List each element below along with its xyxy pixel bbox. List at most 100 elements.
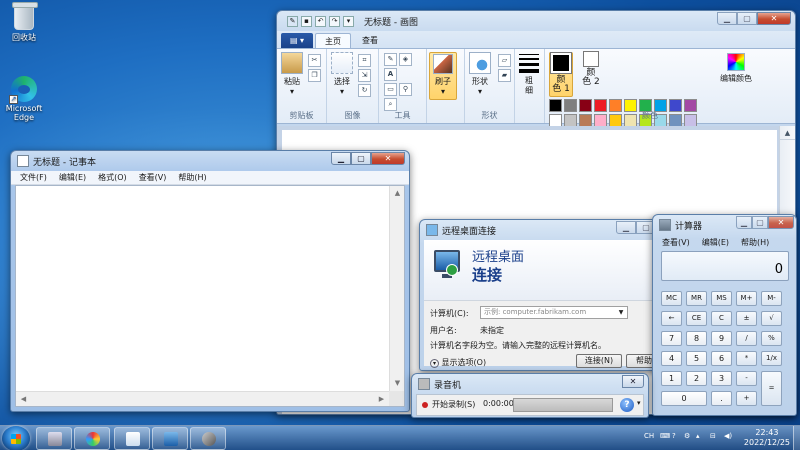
color2-button[interactable]: 颜 色 2	[580, 51, 602, 97]
calc-key[interactable]: C	[711, 311, 732, 326]
calc-key[interactable]: 1/x	[761, 351, 782, 366]
calc-key[interactable]: 3	[711, 371, 732, 386]
close-button[interactable]: ✕	[371, 152, 405, 165]
scroll-down-icon[interactable]: ▼	[390, 376, 405, 391]
close-button[interactable]: ✕	[757, 12, 791, 25]
shapes-button[interactable]: 形状 ▾	[469, 52, 491, 96]
calc-key[interactable]: .	[711, 391, 732, 406]
calc-key[interactable]: -	[736, 371, 757, 386]
paint-titlebar[interactable]: ✎ ▪ ↶ ↷ ▾ 无标题 - 画图 ▁ ▢ ✕	[277, 11, 795, 31]
notepad-titlebar[interactable]: 无标题 - 记事本 ▁ ▢ ✕	[11, 151, 409, 171]
outline-icon[interactable]: ▱	[498, 54, 511, 67]
close-button[interactable]: ✕	[768, 216, 794, 229]
pencil-icon[interactable]: ✎	[384, 53, 397, 66]
network-icon[interactable]: ⊟	[710, 432, 716, 440]
color-picker-icon[interactable]: ⚲	[399, 83, 412, 96]
taskbar-remote-desktop[interactable]	[152, 427, 188, 450]
calc-key[interactable]: MC	[661, 291, 682, 306]
calc-key[interactable]: ←	[661, 311, 682, 326]
save-icon[interactable]: ▪	[301, 15, 312, 27]
help-icon[interactable]: ?	[620, 398, 634, 412]
calc-key[interactable]: 1	[661, 371, 682, 386]
size-button[interactable]: 粗 细	[519, 52, 539, 96]
menu-edit[interactable]: 编辑(E)	[696, 237, 735, 248]
calc-key[interactable]: MR	[686, 291, 707, 306]
sound-recorder-window[interactable]: 录音机 ✕ 开始录制(S) 0:00:00 ? ▾	[411, 373, 649, 418]
maximize-button[interactable]: ▢	[752, 216, 768, 229]
start-button[interactable]	[2, 426, 30, 450]
vertical-scrollbar[interactable]: ▲ ▼	[389, 186, 404, 391]
redo-icon[interactable]: ↷	[329, 15, 340, 27]
calculator-window[interactable]: 计算器 ▁ ▢ ✕ 查看(V) 编辑(E) 帮助(H) 0 MC MR MS M+ M-…	[652, 214, 797, 416]
calc-key[interactable]: 5	[686, 351, 707, 366]
scroll-left-icon[interactable]: ◀	[16, 392, 31, 407]
input-method-icon[interactable]: ⌨	[660, 432, 670, 440]
calc-key[interactable]: M+	[736, 291, 757, 306]
connect-button[interactable]: 连接(N)	[576, 354, 622, 368]
close-button[interactable]: ✕	[622, 375, 644, 388]
menu-format[interactable]: 格式(O)	[92, 172, 133, 183]
scroll-right-icon[interactable]: ▶	[374, 392, 389, 407]
calc-key[interactable]: 9	[711, 331, 732, 346]
calc-key[interactable]: CE	[686, 311, 707, 326]
menu-view[interactable]: 查看(V)	[133, 172, 173, 183]
calc-key[interactable]: 8	[686, 331, 707, 346]
help-icon[interactable]: ?	[672, 432, 676, 440]
scroll-up-icon[interactable]: ▲	[390, 186, 405, 201]
remote-desktop-window[interactable]: 远程桌面连接 ▁ ▢ 远程桌面 连接 计算机(C): 示例: computer.…	[419, 219, 661, 371]
taskbar-notepad[interactable]	[114, 427, 150, 450]
recorder-titlebar[interactable]: 录音机 ✕	[412, 374, 648, 394]
chevron-down-icon[interactable]: ▼	[615, 307, 627, 318]
rdp-titlebar[interactable]: 远程桌面连接 ▁ ▢	[420, 220, 660, 240]
tab-home[interactable]: 主页	[315, 33, 351, 48]
computer-input[interactable]: 示例: computer.fabrikam.com ▼	[480, 306, 628, 319]
calc-key[interactable]: +	[736, 391, 757, 406]
resize-icon[interactable]: ⇲	[358, 69, 371, 82]
calc-key[interactable]: =	[761, 371, 782, 406]
color1-button[interactable]: 颜 色 1	[549, 52, 573, 97]
calc-key[interactable]: √	[761, 311, 782, 326]
scroll-up-icon[interactable]: ▲	[780, 126, 795, 140]
calc-key[interactable]: MS	[711, 291, 732, 306]
crop-icon[interactable]: ⌗	[358, 54, 371, 67]
maximize-button[interactable]: ▢	[737, 12, 757, 25]
volume-icon[interactable]: ◀)	[724, 432, 732, 440]
taskbar-recorder[interactable]	[190, 427, 226, 450]
paint-menu-button[interactable]: ▤ ▾	[281, 33, 313, 48]
menu-file[interactable]: 文件(F)	[14, 172, 53, 183]
calc-key[interactable]: /	[736, 331, 757, 346]
qat-dropdown-icon[interactable]: ▾	[343, 15, 354, 27]
minimize-button[interactable]: ▁	[717, 12, 737, 25]
minimize-button[interactable]: ▁	[736, 216, 752, 229]
undo-icon[interactable]: ↶	[315, 15, 326, 27]
tab-view[interactable]: 查看	[353, 33, 387, 48]
copy-icon[interactable]: ❐	[308, 69, 321, 82]
calc-key[interactable]: %	[761, 331, 782, 346]
menu-help[interactable]: 帮助(H)	[735, 237, 775, 248]
text-icon[interactable]: A	[384, 68, 397, 81]
fill-icon[interactable]: ◈	[399, 53, 412, 66]
horizontal-scrollbar[interactable]: ◀ ▶	[16, 391, 389, 406]
minimize-button[interactable]: ▁	[616, 221, 636, 234]
calc-key[interactable]: 7	[661, 331, 682, 346]
text-editor[interactable]: ▲ ▼ ◀ ▶	[15, 185, 405, 407]
desktop-icon-edge[interactable]: ↗ Microsoft Edge	[0, 76, 54, 122]
start-recording-button[interactable]: 开始录制(S)	[432, 399, 475, 410]
calc-key[interactable]: 0	[661, 391, 707, 406]
minimize-button[interactable]: ▁	[331, 152, 351, 165]
brushes-button[interactable]: 刷子 ▾	[429, 52, 457, 100]
maximize-button[interactable]: ▢	[351, 152, 371, 165]
eraser-icon[interactable]: ▭	[384, 83, 397, 96]
clock[interactable]: 22:43 2022/12/25	[744, 428, 790, 448]
settings-icon[interactable]: ⚙	[684, 432, 690, 440]
chevron-down-icon[interactable]: ▾	[637, 399, 641, 407]
show-hidden-icons-icon[interactable]: ▴	[696, 432, 700, 440]
menu-view[interactable]: 查看(V)	[656, 237, 696, 248]
notepad-window[interactable]: 无标题 - 记事本 ▁ ▢ ✕ 文件(F) 编辑(E) 格式(O) 查看(V) …	[10, 150, 410, 412]
show-desktop-button[interactable]	[793, 426, 800, 450]
menu-help[interactable]: 帮助(H)	[172, 172, 212, 183]
taskbar-paint[interactable]	[74, 427, 110, 450]
show-options-button[interactable]: ▾ 显示选项(O)	[430, 357, 486, 368]
calc-key[interactable]: ±	[736, 311, 757, 326]
rotate-icon[interactable]: ↻	[358, 84, 371, 97]
